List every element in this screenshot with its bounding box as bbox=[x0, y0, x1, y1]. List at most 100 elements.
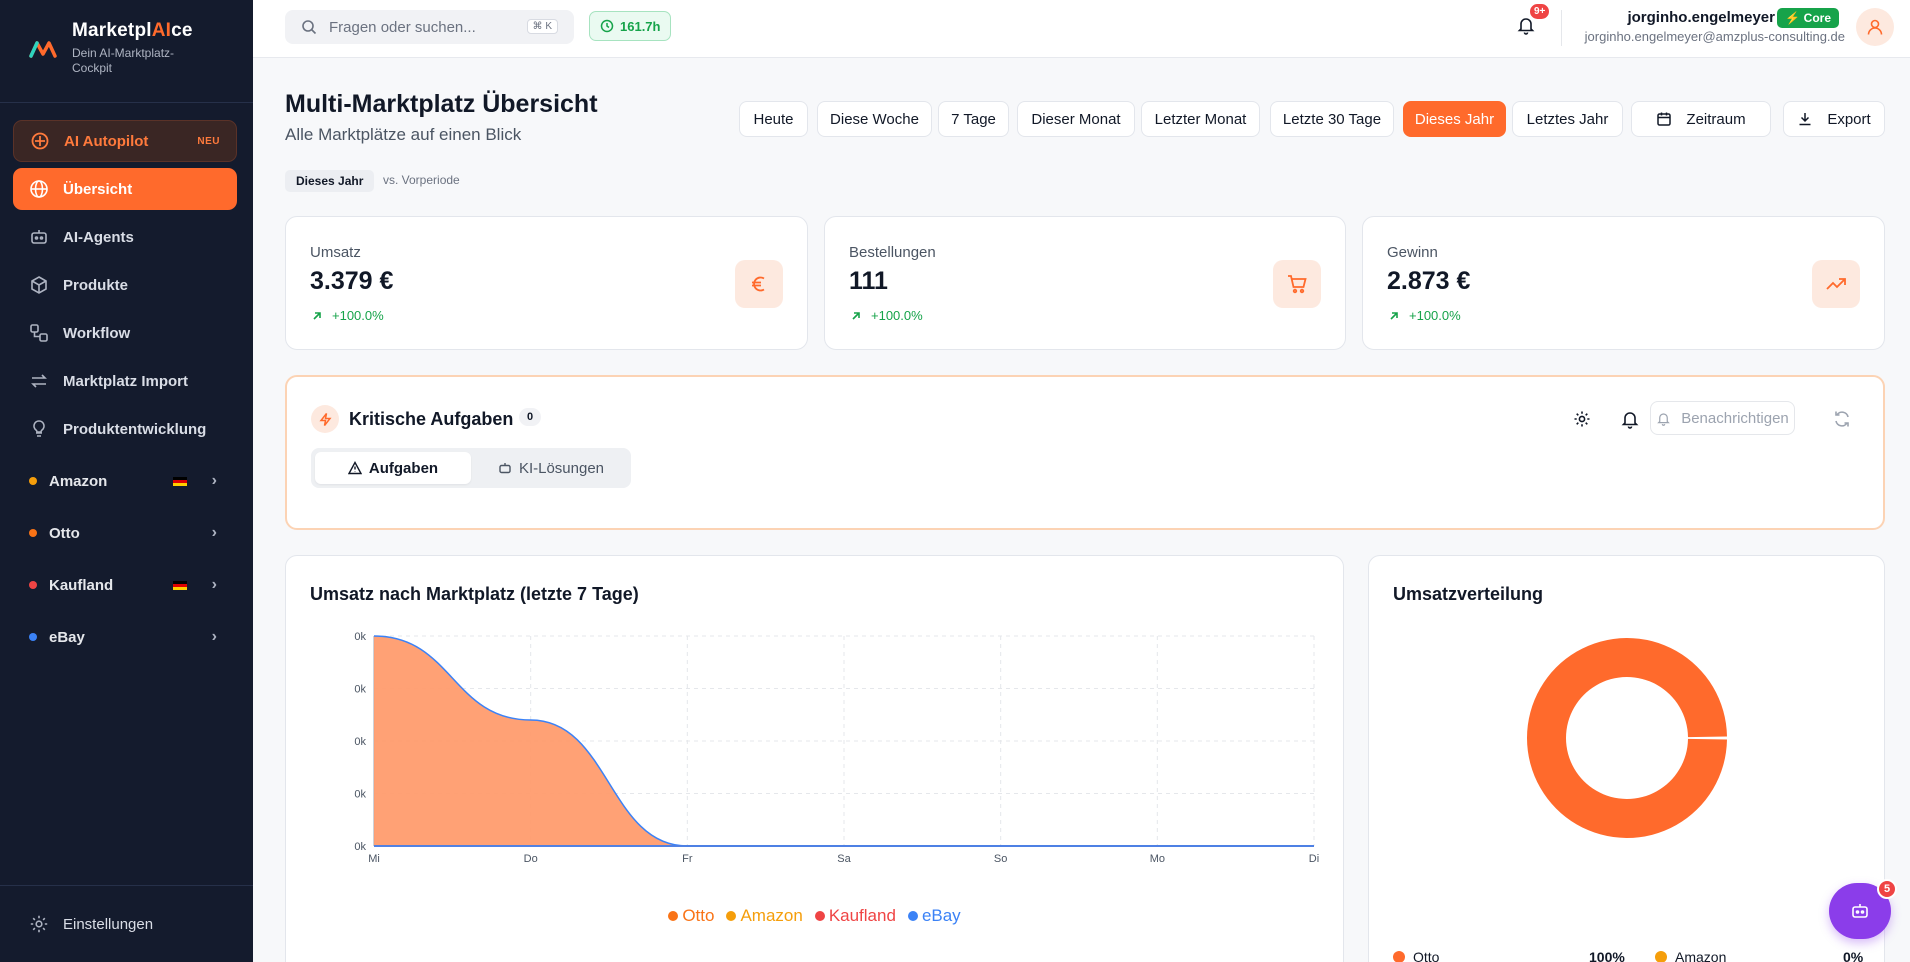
tasks-title: Kritische Aufgaben bbox=[349, 409, 514, 429]
bot-icon bbox=[1852, 904, 1868, 918]
sidebar-item-produkte[interactable]: Produkte bbox=[13, 264, 237, 306]
status-dot bbox=[29, 477, 37, 485]
sidebar-item-produktentwicklung[interactable]: Produktentwicklung bbox=[13, 408, 237, 450]
date-range-label: Zeitraum bbox=[1686, 110, 1746, 128]
date-range-button[interactable]: Zeitraum bbox=[1631, 101, 1771, 137]
new-badge: NEU bbox=[197, 135, 220, 147]
kpi-card-gewinn: Gewinn 2.873 € +100.0% bbox=[1362, 216, 1885, 350]
marketplace-label: eBay bbox=[49, 628, 85, 646]
refresh-icon[interactable] bbox=[1832, 409, 1852, 429]
kpi-card-umsatz: Umsatz 3.379 € +100.0% bbox=[285, 216, 808, 350]
export-button[interactable]: Export bbox=[1783, 101, 1885, 137]
page-title: Multi-Marktplatz Übersicht bbox=[285, 90, 598, 118]
germany-flag-icon bbox=[173, 476, 187, 486]
legend-value-otto: 100% bbox=[1589, 949, 1625, 962]
legend-swatch bbox=[1655, 951, 1667, 962]
arrow-up-right-icon bbox=[313, 311, 321, 320]
sidebar-marketplace-otto[interactable]: Otto › bbox=[13, 512, 237, 554]
legend-item-otto[interactable]: Otto bbox=[668, 906, 714, 926]
search-placeholder: Fragen oder suchen... bbox=[329, 18, 476, 36]
topbar-divider bbox=[1561, 10, 1562, 46]
tab-aufgaben[interactable]: Aufgaben bbox=[315, 452, 471, 484]
user-name: jorginho.engelmeyer bbox=[1627, 9, 1775, 26]
sparkle-icon bbox=[31, 132, 49, 150]
legend-item-otto: Otto bbox=[1393, 949, 1439, 962]
kpi-value: 2.873 € bbox=[1387, 267, 1471, 295]
germany-flag-icon bbox=[173, 580, 187, 590]
bell-icon[interactable] bbox=[1620, 409, 1640, 429]
keyboard-shortcut: ⌘ K bbox=[526, 19, 558, 34]
donut-slice-otto[interactable] bbox=[1527, 638, 1727, 838]
sidebar-item-label: AI Autopilot bbox=[64, 132, 149, 150]
kpi-trend: +100.0% bbox=[1387, 308, 1461, 323]
compare-label: vs. Vorperiode bbox=[383, 173, 460, 187]
tab-ki-loesungen[interactable]: KI-Lösungen bbox=[475, 452, 627, 484]
period-button-dieser-monat[interactable]: Dieser Monat bbox=[1017, 101, 1135, 137]
lightning-icon bbox=[311, 405, 339, 433]
warning-icon bbox=[347, 461, 362, 475]
period-button-letztes-jahr[interactable]: Letztes Jahr bbox=[1512, 101, 1623, 137]
sidebar-item-einstellungen[interactable]: Einstellungen bbox=[13, 903, 237, 945]
y-tick-label: 0k bbox=[354, 631, 366, 643]
legend-swatch bbox=[668, 911, 679, 921]
sidebar-item-workflow[interactable]: Workflow bbox=[13, 312, 237, 354]
period-button-heute[interactable]: Heute bbox=[739, 101, 808, 137]
legend-label: Otto bbox=[682, 906, 715, 925]
legend-swatch bbox=[814, 911, 825, 921]
brand[interactable]: MarketplAIce Dein AI-Marktplatz-Cockpit bbox=[28, 20, 202, 76]
chevron-right-icon: › bbox=[211, 472, 217, 489]
sidebar: MarketplAIce Dein AI-Marktplatz-Cockpit … bbox=[0, 0, 253, 962]
sidebar-marketplace-ebay[interactable]: eBay › bbox=[13, 616, 237, 658]
brand-title: MarketplAIce bbox=[72, 20, 193, 41]
marketplace-label: Amazon bbox=[49, 472, 108, 490]
sidebar-item-label: Einstellungen bbox=[63, 915, 154, 933]
arrow-up-right-icon bbox=[1390, 311, 1398, 320]
status-dot bbox=[29, 581, 37, 589]
legend-item-ebay[interactable]: eBay bbox=[907, 906, 961, 926]
sidebar-marketplace-amazon[interactable]: Amazon › bbox=[13, 460, 237, 502]
legend-swatch bbox=[907, 911, 918, 921]
revenue-chart-card: Umsatz nach Marktplatz (letzte 7 Tage) 0… bbox=[285, 555, 1344, 962]
kpi-value: 3.379 € bbox=[310, 267, 394, 295]
bot-icon bbox=[31, 230, 47, 244]
legend-label: Kaufland bbox=[828, 906, 896, 925]
kpi-label: Gewinn bbox=[1387, 244, 1438, 261]
kpi-trend: +100.0% bbox=[849, 308, 923, 323]
sidebar-item-uebersicht[interactable]: Übersicht bbox=[13, 168, 237, 210]
sidebar-item-ai-autopilot[interactable]: AI Autopilot NEU bbox=[13, 120, 237, 162]
search-input[interactable]: Fragen oder suchen... ⌘ K bbox=[285, 10, 574, 44]
period-button-letzter-monat[interactable]: Letzter Monat bbox=[1141, 101, 1260, 137]
notification-count-badge: 9+ bbox=[1528, 2, 1552, 21]
globe-icon bbox=[30, 180, 48, 198]
period-button-dieses-jahr[interactable]: Dieses Jahr bbox=[1403, 101, 1506, 137]
legend-item-amazon: Amazon bbox=[1655, 949, 1726, 962]
notify-button[interactable]: Benachrichtigen bbox=[1650, 401, 1795, 435]
period-button-letzte-30-tage[interactable]: Letzte 30 Tage bbox=[1270, 101, 1394, 137]
avatar[interactable] bbox=[1856, 8, 1894, 46]
bell-icon bbox=[1657, 412, 1671, 426]
legend-item-amazon[interactable]: Amazon bbox=[726, 906, 803, 926]
clock-icon bbox=[600, 19, 614, 33]
chevron-right-icon: › bbox=[211, 524, 217, 541]
critical-tasks-panel: Kritische Aufgaben 0 Benachrichtigen Auf… bbox=[285, 375, 1885, 530]
x-tick-label: Do bbox=[524, 853, 538, 865]
time-saved-badge[interactable]: 161.7h bbox=[589, 11, 672, 41]
chart-title: Umsatzverteilung bbox=[1393, 584, 1544, 604]
sidebar-item-marktplatz-import[interactable]: Marktplatz Import bbox=[13, 360, 237, 402]
sidebar-marketplace-kaufland[interactable]: Kaufland › bbox=[13, 564, 237, 606]
x-tick-label: Fr bbox=[682, 853, 693, 865]
period-button-diese-woche[interactable]: Diese Woche bbox=[817, 101, 932, 137]
chevron-right-icon: › bbox=[211, 576, 217, 593]
download-icon bbox=[1799, 113, 1811, 126]
package-icon bbox=[31, 276, 47, 294]
kpi-value: 111 bbox=[849, 267, 888, 295]
legend-value-amazon: 0% bbox=[1843, 949, 1864, 962]
period-button-7-tage[interactable]: 7 Tage bbox=[938, 101, 1009, 137]
sidebar-item-ai-agents[interactable]: AI-Agents bbox=[13, 216, 237, 258]
calendar-icon bbox=[1657, 112, 1672, 126]
chart-legend: Otto Amazon Kaufland eBay bbox=[286, 906, 1343, 926]
timer-value: 161.7h bbox=[620, 18, 661, 34]
gear-icon[interactable] bbox=[1572, 409, 1592, 429]
legend-item-kaufland[interactable]: Kaufland bbox=[814, 906, 896, 926]
tasks-tabs: Aufgaben KI-Lösungen bbox=[311, 448, 631, 488]
